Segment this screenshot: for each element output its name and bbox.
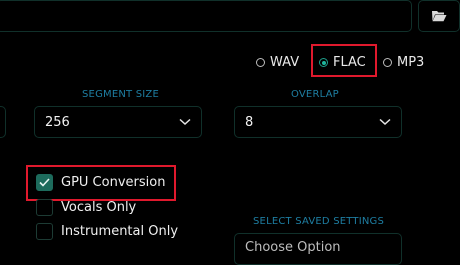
checkmark-icon [39,178,50,187]
saved-settings-select[interactable]: Choose Option [234,233,402,265]
radio-flac[interactable]: FLAC [319,55,366,70]
saved-settings-value: Choose Option [245,240,341,255]
instrumental-checkbox-box [36,223,53,240]
radio-mp3-label: MP3 [397,55,425,70]
left-partial-field[interactable] [0,106,6,138]
overlap-select[interactable]: 8 [234,106,402,138]
overlap-label: OVERLAP [291,89,339,100]
segment-size-value: 256 [45,114,70,130]
segment-size-select[interactable]: 256 [34,106,202,138]
checkbox-instrumental-only[interactable]: Instrumental Only [36,223,178,240]
output-path-field[interactable] [0,0,412,32]
radio-wav[interactable]: WAV [256,55,299,70]
radio-mp3[interactable]: MP3 [383,55,424,70]
radio-wav-indicator [256,58,265,67]
browse-folder-button[interactable] [418,0,460,32]
gpu-conversion-label: GPU Conversion [61,175,166,190]
chevron-down-icon [379,118,391,126]
overlap-value: 8 [245,114,254,130]
radio-wav-label: WAV [270,55,300,70]
checkbox-gpu-conversion[interactable]: GPU Conversion [36,174,165,191]
segment-size-label: SEGMENT SIZE [82,89,159,100]
radio-mp3-indicator [383,58,392,67]
radio-flac-label: FLAC [333,55,366,70]
checkbox-vocals-only[interactable]: Vocals Only [36,199,136,216]
saved-settings-label: SELECT SAVED SETTINGS [253,216,385,227]
radio-flac-indicator [319,58,328,67]
vocals-only-label: Vocals Only [61,200,137,215]
instrumental-only-label: Instrumental Only [61,224,179,239]
chevron-down-icon [179,118,191,126]
gpu-checkbox-box [36,174,53,191]
vocals-checkbox-box [36,199,53,216]
folder-open-icon [432,11,447,22]
